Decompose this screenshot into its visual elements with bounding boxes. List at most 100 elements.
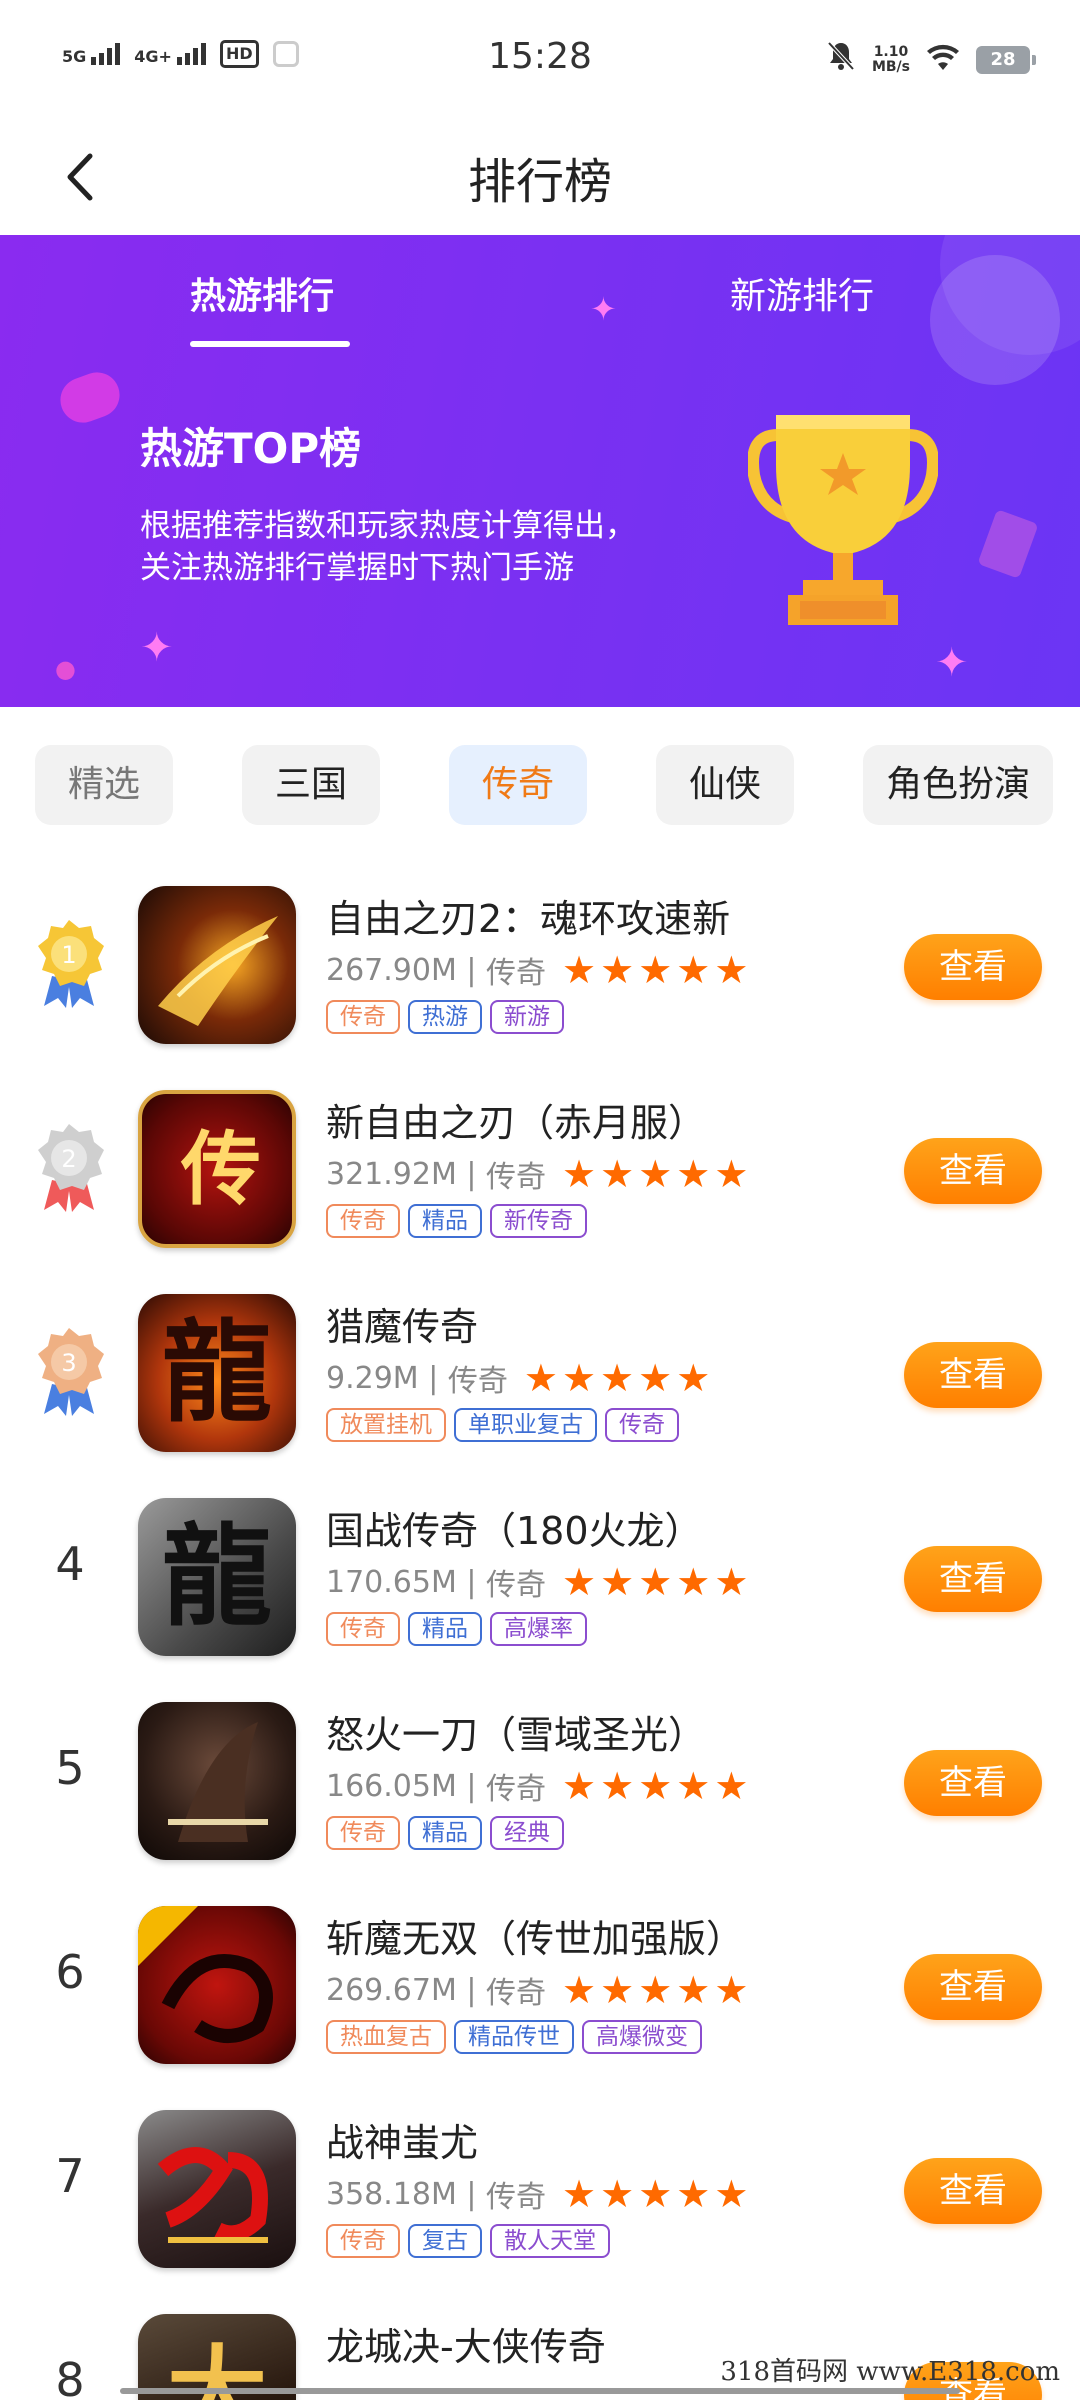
game-tags: 传奇 热游 新游 bbox=[326, 1000, 564, 1034]
game-tag: 热血复古 bbox=[326, 2020, 446, 2054]
star-icon: ★ bbox=[562, 2172, 597, 2216]
star-icon: ★ bbox=[638, 1764, 673, 1808]
category-chips: 精选 三国 传奇 仙侠 角色扮演 bbox=[0, 745, 1080, 825]
star-icon: ★ bbox=[561, 1356, 597, 1400]
view-button[interactable]: 查看 bbox=[904, 1342, 1042, 1408]
game-size: 267.90M bbox=[326, 952, 457, 988]
gold-medal-icon: 1 bbox=[38, 920, 104, 1008]
game-tag: 新游 bbox=[490, 1000, 564, 1034]
game-row[interactable]: 7 战神蚩尤 358.18M | 传奇 ★ ★ ★ ★ ★ 传奇 复古 散人天堂 查看 bbox=[0, 2084, 1080, 2288]
game-meta: 358.18M | 传奇 ★ ★ ★ ★ ★ bbox=[326, 2172, 748, 2216]
game-genre: 传奇 bbox=[486, 1772, 547, 1807]
game-tag: 传奇 bbox=[326, 2224, 400, 2258]
chip-legend[interactable]: 传奇 bbox=[449, 745, 587, 825]
app-icon[interactable] bbox=[138, 886, 296, 1044]
star-icon: ★ bbox=[676, 1968, 711, 2012]
game-tag: 传奇 bbox=[326, 1204, 400, 1238]
battery-icon: 28 bbox=[976, 45, 1036, 74]
game-row[interactable]: 1 自由之刃2：魂环攻速新 267.90M | 传奇 ★ ★ ★ ★ ★ 传奇 热游 新… bbox=[0, 860, 1080, 1064]
view-button[interactable]: 查看 bbox=[904, 934, 1042, 1000]
view-button[interactable]: 查看 bbox=[904, 1954, 1042, 2020]
war-god-art-icon bbox=[157, 2147, 268, 2243]
game-name: 新自由之刃（赤月服） bbox=[326, 1101, 707, 1145]
view-button[interactable]: 查看 bbox=[904, 2158, 1042, 2224]
game-tags: 传奇 精品 高爆率 bbox=[326, 1612, 587, 1646]
star-icon: ★ bbox=[600, 1968, 635, 2012]
game-row[interactable]: 5 怒火一刀（雪域圣光） 166.05M | 传奇 ★ ★ ★ ★ ★ 传奇 精品 经典… bbox=[0, 1676, 1080, 1880]
tab-hot-ranking[interactable]: 热游排行 bbox=[190, 267, 334, 319]
silver-medal-icon: 2 bbox=[38, 1124, 104, 1212]
meta-separator: | bbox=[418, 1360, 448, 1396]
star-icon: ★ bbox=[523, 1356, 558, 1400]
status-right: 1.10 MB/s 28 bbox=[826, 40, 1036, 79]
game-meta: 321.92M | 传奇 ★ ★ ★ ★ ★ bbox=[326, 1152, 748, 1196]
game-meta: 9.29M | 传奇 ★ ★ ★ ★ ★ bbox=[326, 1356, 710, 1400]
game-tags: 传奇 精品 经典 bbox=[326, 1816, 564, 1850]
app-icon[interactable] bbox=[138, 1906, 296, 2064]
chip-xianxia[interactable]: 仙侠 bbox=[656, 745, 794, 825]
chip-featured[interactable]: 精选 bbox=[35, 745, 173, 825]
watermark: 318首码网 www.E318.com bbox=[720, 2357, 1060, 2387]
app-icon[interactable] bbox=[138, 1702, 296, 1860]
star-icon: ★ bbox=[638, 1560, 673, 1604]
view-button[interactable]: 查看 bbox=[904, 1750, 1042, 1816]
rating-stars: ★ ★ ★ ★ ★ bbox=[562, 2175, 748, 2213]
tab-new-ranking[interactable]: 新游排行 bbox=[730, 267, 874, 319]
title-bar: 排行榜 bbox=[0, 120, 1080, 235]
game-tag: 放置挂机 bbox=[326, 1408, 446, 1442]
game-genre: 传奇 bbox=[486, 1568, 547, 1603]
chip-rpg[interactable]: 角色扮演 bbox=[863, 745, 1053, 825]
star-icon: ★ bbox=[600, 1764, 635, 1808]
rank-number: 6 bbox=[55, 1945, 85, 1999]
game-name: 龙城决-大侠传奇 bbox=[326, 2325, 606, 2369]
game-tags: 放置挂机 单职业复古 传奇 bbox=[326, 1408, 679, 1442]
sparkle-icon: ● bbox=[55, 655, 76, 683]
rank-number: 8 bbox=[55, 2353, 85, 2400]
app-icon[interactable]: 龍 bbox=[138, 1498, 296, 1656]
view-button[interactable]: 查看 bbox=[904, 1546, 1042, 1612]
game-tag: 传奇 bbox=[326, 1000, 400, 1034]
game-tag: 传奇 bbox=[326, 1612, 400, 1646]
star-icon: ★ bbox=[676, 1356, 711, 1400]
rating-stars: ★ ★ ★ ★ ★ bbox=[562, 951, 748, 989]
star-icon: ★ bbox=[638, 2172, 673, 2216]
game-row[interactable]: 4 龍 国战传奇（180火龙） 170.65M | 传奇 ★ ★ ★ ★ ★ 传奇 精品… bbox=[0, 1472, 1080, 1676]
game-genre: 传奇 bbox=[447, 1364, 508, 1399]
star-icon: ★ bbox=[638, 1356, 673, 1400]
star-icon: ★ bbox=[562, 948, 597, 992]
app-icon[interactable] bbox=[138, 2110, 296, 2268]
star-icon: ★ bbox=[714, 1560, 749, 1604]
star-icon: ★ bbox=[600, 1356, 635, 1400]
dragon-art-icon bbox=[138, 1906, 273, 2043]
star-icon: ★ bbox=[638, 1152, 673, 1196]
game-row[interactable]: 3 龍 猎魔传奇 9.29M | 传奇 ★ ★ ★ ★ ★ 放置挂机 单职业复古 传奇 … bbox=[0, 1268, 1080, 1472]
wifi-icon bbox=[926, 44, 960, 76]
sparkle-icon: ✦ bbox=[140, 625, 174, 671]
game-row[interactable]: 2 传奇 新自由之刃（赤月服） 321.92M | 传奇 ★★★★★ 传奇 精品… bbox=[0, 1064, 1080, 1268]
app-icon[interactable]: 龍 bbox=[138, 1294, 296, 1452]
game-tag: 单职业复古 bbox=[454, 1408, 597, 1442]
game-size: 269.67M bbox=[326, 1972, 457, 2008]
chip-three-kingdoms[interactable]: 三国 bbox=[242, 745, 380, 825]
rating-stars: ★ ★ ★ ★ ★ bbox=[524, 1359, 710, 1397]
home-indicator[interactable] bbox=[120, 2388, 960, 2394]
view-button[interactable]: 查看 bbox=[904, 1138, 1042, 1204]
game-tag: 经典 bbox=[490, 1816, 564, 1850]
game-tag: 精品 bbox=[408, 1612, 482, 1646]
rating-stars: ★ ★ ★ ★ ★ bbox=[562, 1155, 748, 1193]
game-genre: 传奇 bbox=[486, 956, 547, 991]
app-icon[interactable]: 传奇 bbox=[138, 1090, 296, 1248]
legend-glyph-icon: 传奇 bbox=[181, 1122, 261, 1216]
star-icon: ★ bbox=[600, 1560, 635, 1604]
game-tag: 传奇 bbox=[326, 1816, 400, 1850]
game-name: 怒火一刀（雪域圣光） bbox=[326, 1713, 707, 1757]
game-row[interactable]: 6 斩魔无双（传世加强版） 269.67M | 传奇 ★ ★ ★ ★ ★ 热血复古 精品… bbox=[0, 1880, 1080, 2084]
game-name: 战神蚩尤 bbox=[326, 2121, 479, 2165]
dragon-glyph-icon: 龍 bbox=[162, 1308, 272, 1437]
meta-separator: | bbox=[456, 1972, 487, 2008]
game-tag: 散人天堂 bbox=[490, 2224, 610, 2258]
blade-art-icon bbox=[158, 916, 278, 1026]
star-icon: ★ bbox=[562, 1968, 597, 2012]
game-name: 自由之刃2：魂环攻速新 bbox=[326, 897, 731, 941]
decorative-coin bbox=[54, 366, 126, 429]
